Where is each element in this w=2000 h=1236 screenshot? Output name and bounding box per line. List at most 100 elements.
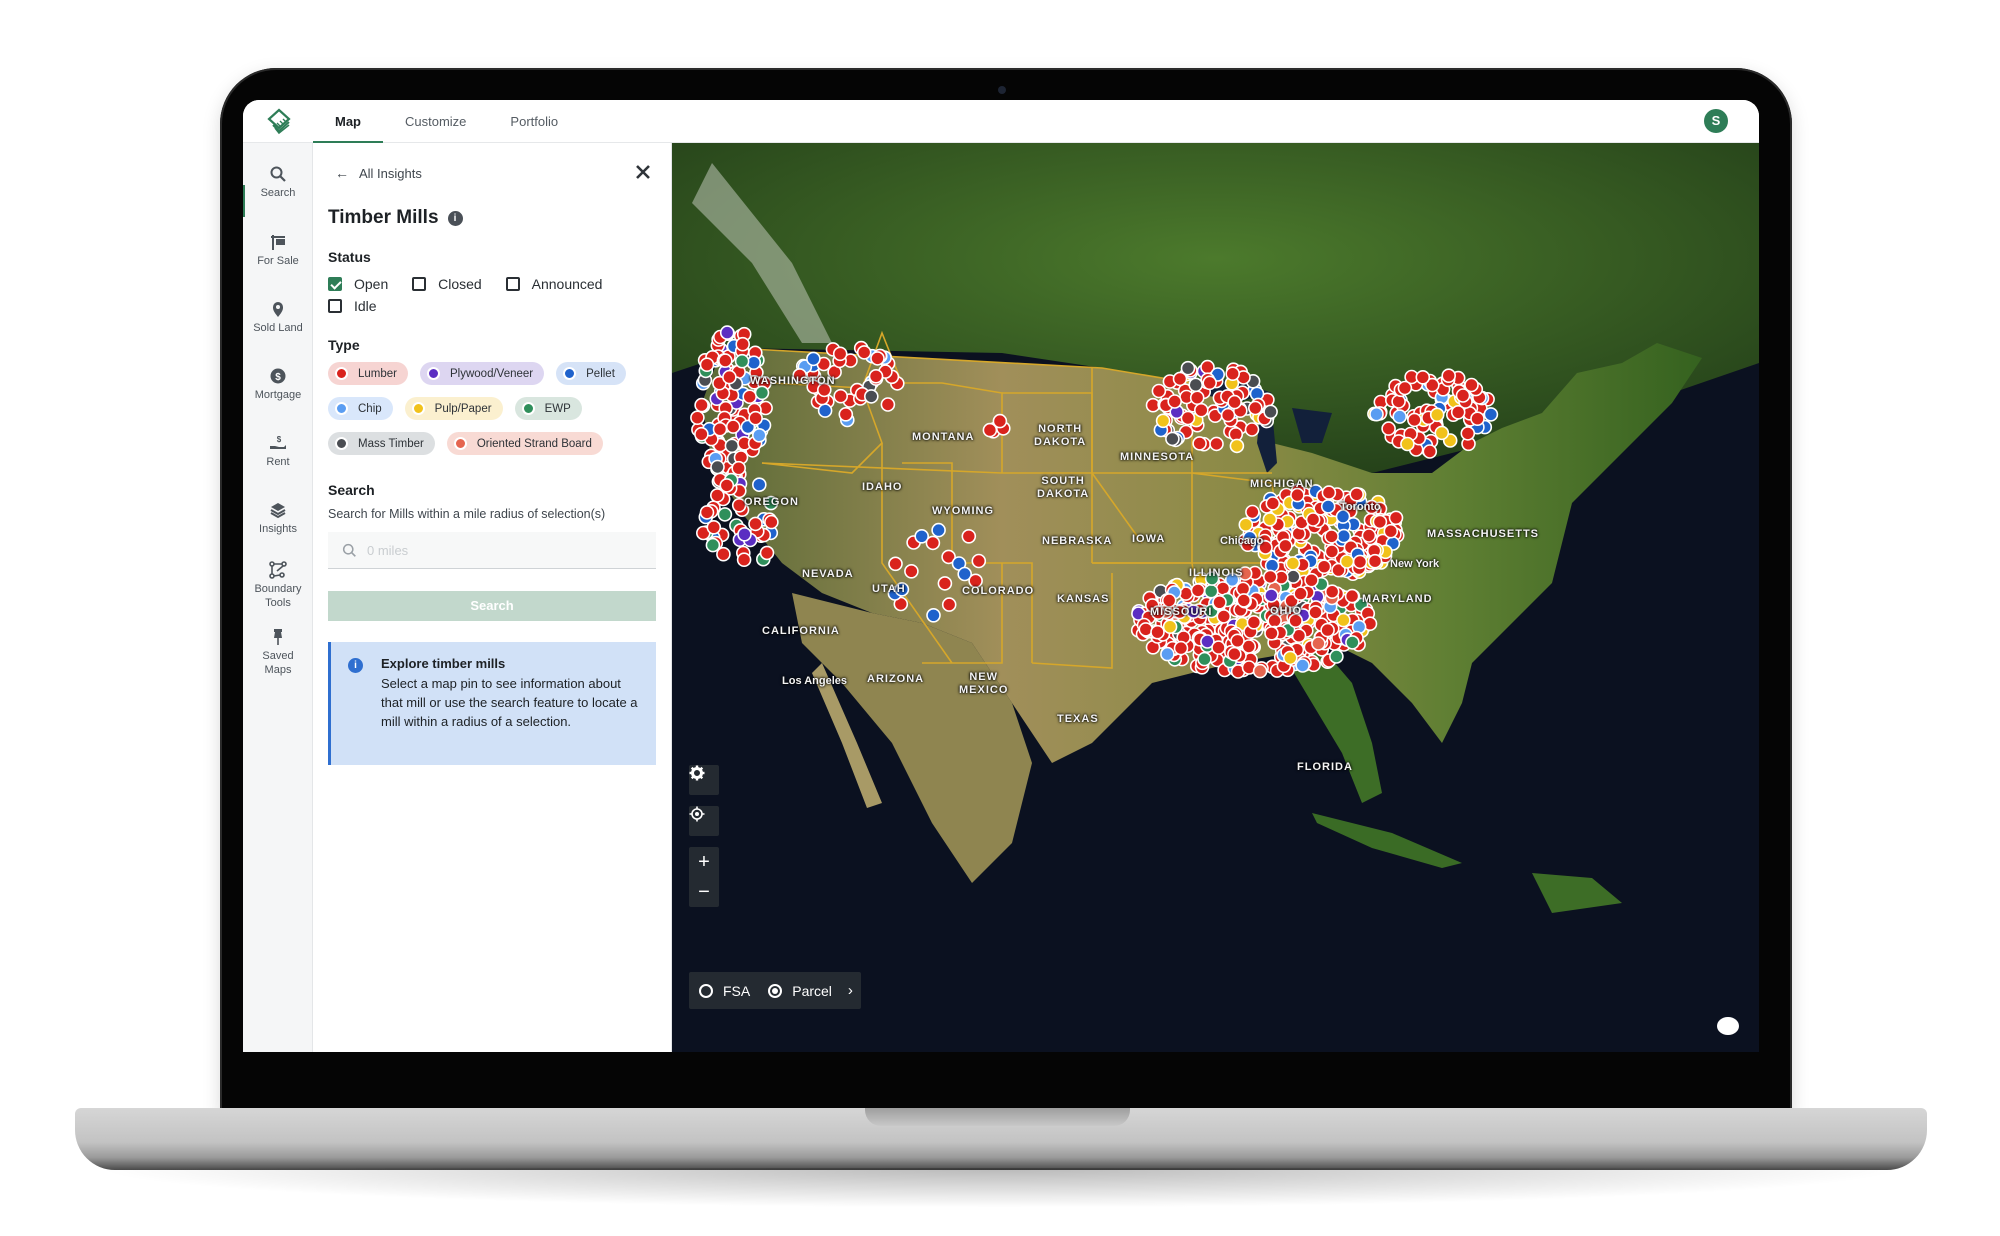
mill-pin[interactable] — [699, 505, 715, 520]
mill-pin[interactable] — [1320, 622, 1335, 638]
mill-pin[interactable] — [1361, 528, 1377, 543]
mill-pin[interactable] — [1392, 409, 1408, 424]
status-announced-checkbox[interactable]: Announced — [505, 273, 602, 295]
mill-pin[interactable] — [706, 519, 722, 535]
mill-pin[interactable] — [1285, 569, 1301, 584]
mill-pin[interactable] — [1383, 523, 1399, 539]
type-chip-ewp[interactable]: EWP — [514, 397, 582, 420]
mill-pin[interactable] — [1429, 407, 1445, 423]
mill-pin[interactable] — [1324, 544, 1340, 559]
mill-pin[interactable] — [1295, 658, 1310, 673]
mill-pin[interactable] — [764, 514, 779, 530]
rail-item-boundary-tools[interactable]: Boundary Tools — [243, 561, 313, 610]
mill-pin[interactable] — [1434, 425, 1450, 441]
mill-pin[interactable] — [1304, 572, 1319, 588]
mill-pin[interactable] — [717, 353, 733, 368]
mill-pin[interactable] — [1441, 368, 1457, 383]
mill-pin[interactable] — [1324, 584, 1340, 600]
mill-pin[interactable] — [926, 607, 941, 623]
status-open-checkbox[interactable]: Open — [328, 273, 388, 295]
mill-pin[interactable] — [736, 552, 752, 568]
mill-pin[interactable] — [731, 460, 746, 476]
mill-pin[interactable] — [1305, 512, 1321, 527]
mill-pin[interactable] — [833, 388, 848, 404]
mill-pin[interactable] — [1165, 431, 1180, 447]
mill-pin[interactable] — [1263, 588, 1279, 603]
rail-item-saved-maps[interactable]: Saved Maps — [243, 628, 313, 677]
mill-pin[interactable] — [806, 351, 821, 367]
mill-pin[interactable] — [752, 427, 767, 443]
mill-pin[interactable] — [856, 345, 872, 360]
checkbox-checked[interactable] — [328, 277, 342, 291]
user-avatar[interactable]: S — [1704, 109, 1728, 133]
mill-pin[interactable] — [1150, 624, 1165, 640]
type-chip-lumber[interactable]: Lumber — [328, 362, 408, 385]
mill-pin[interactable] — [748, 516, 763, 532]
mill-pin[interactable] — [1339, 554, 1355, 569]
mill-pin[interactable] — [1483, 407, 1499, 422]
tab-portfolio[interactable]: Portfolio — [488, 100, 580, 143]
mill-pin[interactable] — [1345, 635, 1360, 650]
mill-pin[interactable] — [1192, 436, 1207, 451]
mill-pin[interactable] — [1211, 640, 1226, 655]
mill-pin[interactable] — [1151, 383, 1167, 399]
mill-pin[interactable] — [719, 325, 735, 340]
mill-pin[interactable] — [724, 438, 740, 454]
mill-pin[interactable] — [1227, 394, 1242, 410]
mill-pin[interactable] — [1236, 593, 1252, 608]
mill-pin[interactable] — [1216, 609, 1232, 624]
mill-pin[interactable] — [937, 576, 953, 591]
mill-pin[interactable] — [1167, 394, 1183, 409]
mill-pin[interactable] — [931, 522, 946, 538]
mill-pin[interactable] — [1230, 633, 1245, 649]
mill-pin[interactable] — [722, 369, 737, 385]
info-icon[interactable]: i — [447, 210, 463, 226]
mill-pin[interactable] — [832, 346, 848, 362]
mill-pin[interactable] — [1349, 486, 1365, 502]
mill-pin[interactable] — [1263, 404, 1278, 420]
mill-pin[interactable] — [1220, 407, 1236, 423]
mill-pin[interactable] — [1262, 512, 1278, 527]
mill-pin[interactable] — [1367, 553, 1383, 569]
mill-pin[interactable] — [1372, 514, 1388, 530]
mill-pin[interactable] — [1138, 622, 1154, 637]
type-chip-plywood-veneer[interactable]: Plywood/Veneer — [420, 362, 545, 385]
mill-pin[interactable] — [1422, 444, 1438, 459]
mill-pin[interactable] — [1415, 370, 1431, 385]
mill-pin[interactable] — [1369, 406, 1384, 422]
mill-pin[interactable] — [1293, 586, 1308, 601]
rail-item-for-sale[interactable]: For Sale — [243, 233, 313, 268]
type-chip-pellet[interactable]: Pellet — [556, 362, 626, 385]
mill-pin[interactable] — [705, 537, 721, 553]
status-idle-checkbox[interactable]: Idle — [328, 295, 377, 317]
mill-pin[interactable] — [1278, 538, 1293, 554]
mill-pin[interactable] — [904, 563, 919, 579]
mill-pin[interactable] — [1316, 559, 1332, 575]
radio-selected[interactable] — [768, 983, 783, 998]
type-chip-mass-timber[interactable]: Mass Timber — [328, 432, 435, 455]
mill-pin[interactable] — [888, 556, 903, 572]
rail-item-mortgage[interactable]: $ Mortgage — [243, 367, 313, 402]
mill-pin[interactable] — [1407, 412, 1422, 428]
mill-pin[interactable] — [971, 553, 987, 569]
mill-pin[interactable] — [716, 546, 731, 562]
locate-me-button[interactable] — [689, 806, 719, 836]
mill-pin[interactable] — [719, 478, 735, 493]
mill-pin[interactable] — [1320, 499, 1336, 514]
mill-pin[interactable] — [1265, 496, 1281, 511]
radius-search-field[interactable] — [328, 532, 656, 569]
mill-pin[interactable] — [982, 422, 998, 438]
mill-pin[interactable] — [1336, 612, 1351, 628]
mill-pin[interactable] — [1247, 400, 1263, 416]
type-chip-osb[interactable]: Oriented Strand Board — [446, 432, 603, 455]
mill-pin[interactable] — [1381, 421, 1396, 436]
checkbox-unchecked[interactable] — [412, 277, 427, 291]
mill-pin[interactable] — [1229, 438, 1245, 454]
mill-pin[interactable] — [759, 545, 775, 561]
tab-customize[interactable]: Customize — [383, 100, 488, 143]
mill-pin[interactable] — [1400, 436, 1415, 452]
mill-pin[interactable] — [925, 535, 941, 551]
mill-pin[interactable] — [1238, 517, 1254, 533]
mill-pin[interactable] — [748, 410, 763, 426]
mill-pin[interactable] — [1212, 594, 1227, 610]
